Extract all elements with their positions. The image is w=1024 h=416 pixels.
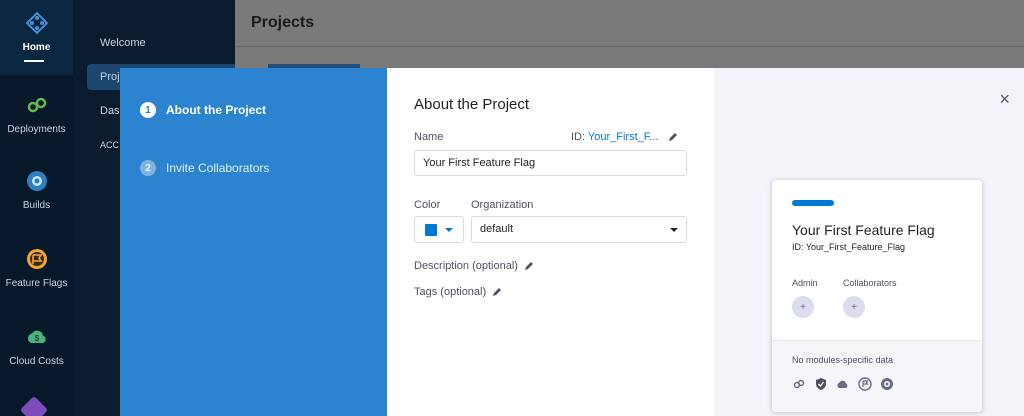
id-prefix: ID:	[571, 131, 586, 143]
deployments-icon	[27, 97, 46, 113]
builds-icon	[26, 171, 47, 191]
admin-label: Admin	[792, 278, 818, 288]
organization-value: default	[480, 223, 514, 235]
cloud-costs-icon	[837, 380, 848, 388]
rail-label-cloud-costs: Cloud Costs	[9, 356, 64, 367]
create-project-modal: 1 About the Project 2 Invite Collaborato…	[120, 68, 1024, 416]
preview-panel: × Your First Feature Flag ID: Your_First…	[714, 68, 1024, 416]
pencil-icon	[524, 262, 533, 270]
deployments-icon	[793, 379, 805, 389]
left-rail: Home Deployments Builds Feature Flags $ …	[0, 0, 73, 416]
subnav-item-dashboards[interactable]: Das	[100, 105, 120, 117]
rail-label-builds: Builds	[22, 200, 51, 211]
color-swatch	[425, 223, 437, 236]
organization-label: Organization	[471, 199, 534, 211]
description-label: Description (optional)	[414, 260, 518, 272]
tags-label: Tags (optional)	[414, 286, 487, 298]
project-id-line: ID: Your_First_F...	[571, 131, 678, 143]
step-label: About the Project	[166, 103, 267, 117]
collaborators-label: Collaborators	[843, 278, 897, 288]
add-admin-button[interactable]: +	[792, 296, 814, 318]
rail-item-feature-flags[interactable]: Feature Flags	[0, 246, 73, 289]
shield-icon	[816, 378, 826, 390]
rail-label-deployments: Deployments	[7, 124, 66, 135]
subnav-section-account: ACC	[100, 140, 120, 150]
project-name-input[interactable]: Your First Feature Flag	[414, 150, 687, 176]
partial-module-icon	[19, 395, 49, 416]
preview-id: ID: Your_First_Feature_Flag	[792, 242, 906, 252]
add-description-link[interactable]: Description (optional)	[414, 260, 534, 272]
feature-flags-icon	[858, 377, 872, 391]
home-underline	[24, 60, 44, 62]
color-label: Color	[414, 199, 441, 211]
rail-label-feature-flags: Feature Flags	[5, 278, 68, 289]
subnav-item-projects[interactable]: Proj	[100, 71, 120, 83]
add-collaborator-button[interactable]: +	[843, 296, 865, 318]
form-title: About the Project	[414, 96, 530, 113]
page-title: Projects	[251, 14, 315, 31]
feature-flags-icon	[26, 249, 47, 269]
svg-text:$: $	[34, 334, 39, 343]
page-header-divider	[235, 46, 1024, 47]
rail-label-home: Home	[22, 42, 51, 53]
step-number: 2	[140, 160, 156, 176]
rail-item-cloud-costs[interactable]: $ Cloud Costs	[0, 324, 73, 367]
wizard-step-invite[interactable]: 2 Invite Collaborators	[140, 160, 269, 176]
subnav-item-welcome[interactable]: Welcome	[100, 37, 146, 49]
rail-item-home[interactable]: Home	[0, 10, 73, 53]
add-tags-link[interactable]: Tags (optional)	[414, 286, 502, 298]
project-id-value: Your_First_F...	[587, 131, 659, 143]
organization-select[interactable]: default	[471, 216, 687, 243]
rail-item-deployments[interactable]: Deployments	[0, 92, 73, 135]
project-form: About the Project Name ID: Your_First_F.…	[387, 68, 714, 416]
project-preview-card: Your First Feature Flag ID: Your_First_F…	[772, 180, 982, 412]
close-icon[interactable]: ×	[999, 90, 1010, 108]
pencil-icon	[493, 288, 502, 296]
color-picker-button[interactable]	[414, 216, 464, 243]
edit-id-pencil-icon[interactable]	[668, 132, 678, 142]
harness-logo-icon	[25, 11, 48, 35]
wizard-steps-panel: 1 About the Project 2 Invite Collaborato…	[120, 68, 387, 416]
cloud-costs-icon: $	[27, 330, 46, 343]
chevron-down-icon	[445, 227, 453, 232]
step-label: Invite Collaborators	[166, 161, 270, 175]
chevron-down-icon	[670, 228, 678, 232]
wizard-step-about[interactable]: 1 About the Project	[140, 102, 266, 118]
rail-item-builds[interactable]: Builds	[0, 168, 73, 211]
preview-title: Your First Feature Flag	[792, 222, 935, 238]
name-label: Name	[414, 131, 444, 143]
project-color-bar	[792, 200, 834, 206]
modules-text: No modules-specific data	[792, 355, 894, 365]
builds-icon	[881, 378, 893, 390]
module-icons	[792, 377, 894, 391]
preview-card-footer: No modules-specific data	[772, 340, 982, 412]
step-number: 1	[140, 102, 156, 118]
